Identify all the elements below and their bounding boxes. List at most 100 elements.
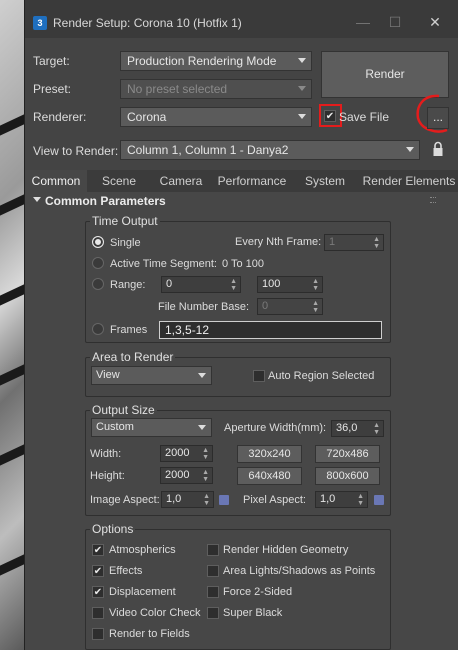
- minimize-button[interactable]: —: [347, 10, 379, 34]
- force-2-sided-checkbox[interactable]: [207, 586, 219, 598]
- tab-bar: Common Scene Camera Performance System R…: [25, 170, 458, 192]
- preset-720x486-button[interactable]: 720x486: [315, 445, 380, 463]
- window-title: Render Setup: Corona 10 (Hotfix 1): [53, 16, 242, 30]
- time-output-title: Time Output: [90, 214, 160, 228]
- aperture-width-value: 36,0: [336, 422, 358, 434]
- range-radio[interactable]: [92, 278, 104, 290]
- area-to-render-dropdown[interactable]: View: [91, 366, 212, 385]
- rollout-grip-icon: [430, 197, 436, 203]
- pixel-aspect-label: Pixel Aspect:: [243, 494, 306, 506]
- preset-640x480-button[interactable]: 640x480: [237, 467, 302, 485]
- close-button[interactable]: ✕: [419, 10, 451, 34]
- super-black-checkbox[interactable]: [207, 607, 219, 619]
- browse-button[interactable]: ...: [427, 107, 449, 129]
- video-color-check-label: Video Color Check: [109, 607, 201, 619]
- target-label: Target:: [33, 54, 70, 68]
- effects-checkbox[interactable]: ✔: [92, 565, 104, 577]
- displacement-checkbox[interactable]: ✔: [92, 586, 104, 598]
- aperture-width-spinner[interactable]: 36,0 ▲ ▼: [331, 420, 384, 437]
- tab-scene[interactable]: Scene: [91, 170, 147, 192]
- displacement-label: Displacement: [109, 586, 176, 598]
- image-aspect-lock-icon[interactable]: [219, 495, 229, 505]
- every-nth-frame-value: 1: [329, 236, 336, 248]
- target-dropdown[interactable]: Production Rendering Mode: [120, 51, 312, 71]
- every-nth-frame-spinner[interactable]: 1 ▲ ▼: [324, 234, 384, 251]
- tab-performance[interactable]: Performance: [215, 170, 289, 192]
- active-time-segment-value: 0 To 100: [222, 258, 265, 270]
- render-to-fields-checkbox[interactable]: [92, 628, 104, 640]
- options-title: Options: [90, 522, 136, 536]
- image-aspect-value: 1,0: [166, 493, 182, 505]
- rollout-collapse-icon[interactable]: [33, 197, 41, 202]
- area-lights-checkbox[interactable]: [207, 565, 219, 577]
- output-size-preset-dropdown[interactable]: Custom: [91, 418, 212, 437]
- auto-region-label: Auto Region Selected: [268, 370, 375, 382]
- height-spinner[interactable]: 2000 ▲ ▼: [160, 467, 213, 484]
- render-hidden-geometry-label: Render Hidden Geometry: [223, 544, 349, 556]
- tab-camera[interactable]: Camera: [151, 170, 211, 192]
- effects-label: Effects: [109, 565, 143, 577]
- tab-common[interactable]: Common: [25, 170, 87, 192]
- atmospherics-checkbox[interactable]: ✔: [92, 544, 104, 556]
- frames-input[interactable]: 1,3,5-12: [159, 321, 382, 339]
- file-number-base-spinner[interactable]: 0 ▲ ▼: [257, 298, 323, 315]
- viewport-stripe: [0, 114, 24, 136]
- chevron-down-icon: [406, 147, 414, 152]
- frames-radio[interactable]: [92, 323, 104, 335]
- render-hidden-geometry-checkbox[interactable]: [207, 544, 219, 556]
- area-to-render-title: Area to Render: [90, 350, 176, 364]
- viewport-background: [0, 0, 24, 650]
- preset-value: No preset selected: [127, 82, 228, 96]
- preset-800x600-button[interactable]: 800x600: [315, 467, 380, 485]
- save-file-checkbox[interactable]: ✔: [324, 110, 336, 122]
- file-number-base-value: 0: [262, 300, 269, 312]
- range-to-value: 100: [262, 278, 281, 290]
- spinner-arrows-icon: ▲ ▼: [373, 422, 380, 436]
- preset-dropdown[interactable]: No preset selected: [120, 79, 312, 99]
- video-color-check-checkbox[interactable]: [92, 607, 104, 619]
- spinner-arrows-icon: ▲ ▼: [312, 300, 319, 314]
- chevron-down-icon: [198, 425, 206, 430]
- title-bar[interactable]: 3 Render Setup: Corona 10 (Hotfix 1) — ☐…: [25, 0, 458, 38]
- area-lights-label: Area Lights/Shadows as Points: [223, 565, 376, 577]
- active-time-segment-label: Active Time Segment:: [110, 258, 217, 270]
- viewport-stripe: [0, 284, 24, 306]
- renderer-dropdown[interactable]: Corona: [120, 107, 312, 127]
- pixel-aspect-lock-icon[interactable]: [374, 495, 384, 505]
- app-icon: 3: [33, 16, 47, 30]
- view-to-render-value: Column 1, Column 1 - Danya2: [127, 143, 289, 157]
- single-label: Single: [110, 237, 141, 249]
- spinner-arrows-icon: ▲ ▼: [203, 493, 210, 507]
- spinner-arrows-icon: ▲ ▼: [202, 447, 209, 461]
- maximize-button[interactable]: ☐: [379, 10, 411, 34]
- viewport-stripe: [0, 444, 24, 466]
- common-tab-panel: Common Parameters Time Output Single Eve…: [25, 192, 458, 650]
- single-radio[interactable]: [92, 236, 104, 248]
- preset-label: Preset:: [33, 82, 72, 96]
- tab-system[interactable]: System: [295, 170, 355, 192]
- lock-icon[interactable]: [432, 141, 444, 157]
- range-from-spinner[interactable]: 0 ▲ ▼: [161, 276, 241, 293]
- range-label: Range:: [110, 279, 146, 291]
- pixel-aspect-spinner[interactable]: 1,0 ▲ ▼: [315, 491, 368, 508]
- image-aspect-spinner[interactable]: 1,0 ▲ ▼: [161, 491, 214, 508]
- auto-region-checkbox[interactable]: [253, 370, 265, 382]
- view-to-render-dropdown[interactable]: Column 1, Column 1 - Danya2: [120, 140, 420, 160]
- target-value: Production Rendering Mode: [127, 54, 277, 68]
- width-value: 2000: [165, 447, 190, 459]
- range-to-spinner[interactable]: 100 ▲ ▼: [257, 276, 323, 293]
- preset-320x240-button[interactable]: 320x240: [237, 445, 302, 463]
- spinner-arrows-icon: ▲ ▼: [357, 493, 364, 507]
- spinner-arrows-icon: ▲ ▼: [202, 469, 209, 483]
- width-spinner[interactable]: 2000 ▲ ▼: [160, 445, 213, 462]
- render-button[interactable]: Render: [321, 51, 449, 98]
- super-black-label: Super Black: [223, 607, 283, 619]
- active-time-segment-radio[interactable]: [92, 257, 104, 269]
- common-parameters-rollout-title[interactable]: Common Parameters: [45, 194, 166, 208]
- tab-render-elements[interactable]: Render Elements: [359, 170, 458, 192]
- chevron-down-icon: [298, 86, 306, 91]
- atmospherics-label: Atmospherics: [109, 544, 176, 556]
- force-2-sided-label: Force 2-Sided: [223, 586, 293, 598]
- width-label: Width:: [90, 448, 122, 460]
- renderer-label: Renderer:: [33, 110, 87, 124]
